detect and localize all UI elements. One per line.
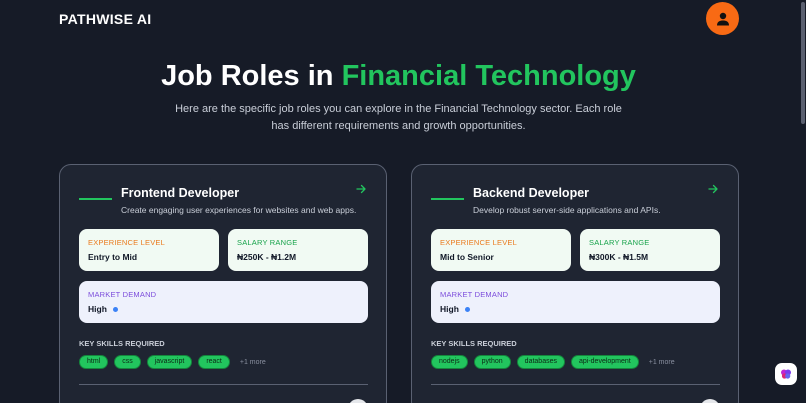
skill-chip[interactable]: css bbox=[114, 355, 141, 369]
skill-chip[interactable]: python bbox=[473, 355, 511, 369]
market-demand-text: High bbox=[88, 304, 107, 314]
market-demand-value: High bbox=[440, 304, 711, 314]
card-action-button[interactable] bbox=[348, 399, 368, 403]
page-title-accent: Financial Technology bbox=[341, 60, 636, 92]
key-skills-label: KEY SKILLS REQUIRED bbox=[431, 339, 517, 348]
market-demand-label: MARKET DEMAND bbox=[88, 290, 157, 299]
skill-chip[interactable]: javascript bbox=[146, 355, 193, 369]
page-title: Job Roles in Financial Technology bbox=[0, 60, 797, 93]
card-description: Create engaging user experiences for web… bbox=[121, 205, 357, 215]
market-demand-box: MARKET DEMAND High bbox=[431, 281, 720, 323]
salary-range-box: SALARY RANGE ₦250K - ₦1.2M bbox=[228, 229, 368, 271]
experience-level-label: EXPERIENCE LEVEL bbox=[88, 238, 165, 247]
brain-icon bbox=[781, 369, 791, 379]
skill-chip[interactable]: html bbox=[79, 355, 109, 369]
salary-range-value: ₦300K - ₦1.5M bbox=[589, 252, 649, 262]
job-role-card[interactable]: Frontend Developer Create engaging user … bbox=[59, 164, 387, 403]
arrow-right-icon[interactable] bbox=[707, 183, 719, 195]
salary-range-value: ₦250K - ₦1.2M bbox=[237, 252, 297, 262]
more-skills-link[interactable]: +1 more bbox=[240, 359, 266, 366]
experience-level-box: EXPERIENCE LEVEL Mid to Senior bbox=[431, 229, 571, 271]
page-subtitle: Here are the specific job roles you can … bbox=[175, 103, 622, 132]
skills-list: html css javascript react +1 more bbox=[79, 355, 266, 369]
salary-range-label: SALARY RANGE bbox=[589, 238, 650, 247]
card-divider bbox=[431, 384, 720, 385]
assistant-fab-button[interactable] bbox=[775, 363, 797, 385]
salary-range-label: SALARY RANGE bbox=[237, 238, 298, 247]
skill-chip[interactable]: react bbox=[198, 355, 230, 369]
experience-level-label: EXPERIENCE LEVEL bbox=[440, 238, 517, 247]
brand-logo[interactable]: PATHWISE AI bbox=[59, 11, 151, 27]
job-role-card[interactable]: Backend Developer Develop robust server-… bbox=[411, 164, 739, 403]
card-accent-line bbox=[431, 198, 464, 200]
market-demand-text: High bbox=[440, 304, 459, 314]
market-demand-box: MARKET DEMAND High bbox=[79, 281, 368, 323]
experience-level-box: EXPERIENCE LEVEL Entry to Mid bbox=[79, 229, 219, 271]
page-title-prefix: Job Roles in bbox=[161, 60, 342, 92]
card-description: Develop robust server-side applications … bbox=[473, 205, 661, 215]
card-accent-line bbox=[79, 198, 112, 200]
skill-chip[interactable]: databases bbox=[516, 355, 565, 369]
market-demand-label: MARKET DEMAND bbox=[440, 290, 509, 299]
card-action-button[interactable] bbox=[700, 399, 720, 403]
arrow-right-icon[interactable] bbox=[355, 183, 367, 195]
experience-level-value: Mid to Senior bbox=[440, 252, 494, 262]
market-demand-value: High bbox=[88, 304, 359, 314]
salary-range-box: SALARY RANGE ₦300K - ₦1.5M bbox=[580, 229, 720, 271]
experience-level-value: Entry to Mid bbox=[88, 252, 138, 262]
key-skills-label: KEY SKILLS REQUIRED bbox=[79, 339, 165, 348]
card-title: Backend Developer bbox=[473, 186, 590, 200]
skills-list: nodejs python databases api-development … bbox=[431, 355, 675, 369]
scrollbar[interactable] bbox=[800, 0, 806, 403]
skill-chip[interactable]: api-development bbox=[570, 355, 639, 369]
profile-avatar-button[interactable] bbox=[706, 2, 739, 35]
demand-dot-icon bbox=[112, 306, 118, 312]
skill-chip[interactable]: nodejs bbox=[431, 355, 468, 369]
card-title: Frontend Developer bbox=[121, 186, 240, 200]
card-divider bbox=[79, 384, 368, 385]
top-nav: PATHWISE AI bbox=[0, 0, 806, 40]
more-skills-link[interactable]: +1 more bbox=[649, 359, 675, 366]
scrollbar-thumb[interactable] bbox=[801, 2, 805, 124]
user-icon bbox=[716, 12, 729, 25]
demand-dot-icon bbox=[464, 306, 470, 312]
